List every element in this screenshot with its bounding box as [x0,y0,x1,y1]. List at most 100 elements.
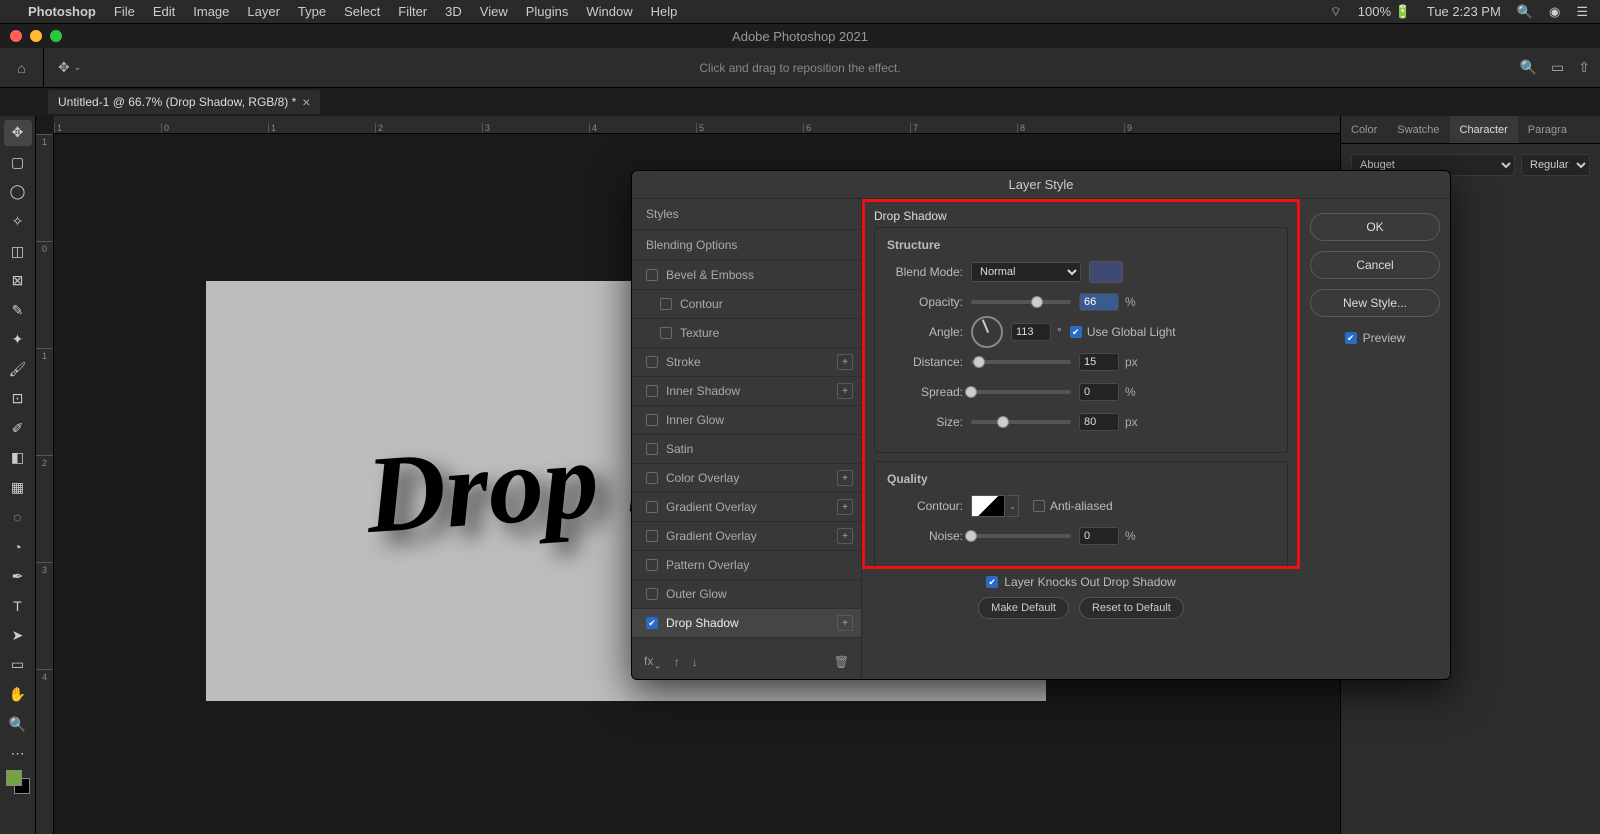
brush-tool[interactable]: 🖌 [4,357,32,383]
style-item-color-overlay[interactable]: Color Overlay+ [632,464,861,493]
menubar-view[interactable]: View [480,4,508,19]
use-global-light-checkbox[interactable]: ✔ [1070,326,1082,338]
style-checkbox[interactable]: ✔ [646,617,658,629]
style-checkbox[interactable] [646,414,658,426]
style-checkbox[interactable] [646,356,658,368]
menubar-help[interactable]: Help [651,4,678,19]
cancel-button[interactable]: Cancel [1310,251,1440,279]
angle-dial[interactable] [971,316,1003,348]
style-checkbox[interactable] [646,269,658,281]
style-item-gradient-overlay[interactable]: Gradient Overlay+ [632,493,861,522]
menubar-layer[interactable]: Layer [247,4,280,19]
marquee-tool[interactable]: ▢ [4,150,32,176]
style-item-contour[interactable]: Contour [632,290,861,319]
edit-toolbar-button[interactable]: ⋯ [4,741,32,767]
gradient-tool[interactable]: ▦ [4,475,32,501]
tab-color[interactable]: Color [1341,116,1387,143]
search-icon[interactable]: 🔍 [1520,59,1537,76]
distance-slider[interactable] [971,360,1071,364]
style-item-inner-glow[interactable]: Inner Glow [632,406,861,435]
shadow-color-swatch[interactable] [1089,261,1123,283]
frame-tool[interactable]: ⊠ [4,268,32,294]
tab-swatches[interactable]: Swatche [1387,116,1449,143]
style-checkbox[interactable] [646,588,658,600]
crop-tool[interactable]: ◫ [4,238,32,264]
opacity-input[interactable] [1079,293,1119,311]
style-item-gradient-overlay[interactable]: Gradient Overlay+ [632,522,861,551]
style-item-drop-shadow[interactable]: ✔Drop Shadow+ [632,609,861,638]
add-style-icon[interactable]: + [837,354,853,370]
fx-icon[interactable]: fx⌄ [644,654,662,671]
trash-icon[interactable]: 🗑 [834,655,849,669]
preview-checkbox[interactable]: ✔ [1345,332,1357,344]
foreground-color[interactable] [6,770,22,786]
menubar-window[interactable]: Window [586,4,632,19]
zoom-tool[interactable]: 🔍 [4,711,32,737]
angle-input[interactable] [1011,323,1051,341]
style-checkbox[interactable] [646,559,658,571]
reset-default-button[interactable]: Reset to Default [1079,597,1184,619]
style-item-satin[interactable]: Satin [632,435,861,464]
style-checkbox[interactable] [660,327,672,339]
lasso-tool[interactable]: ◯ [4,179,32,205]
tab-paragraph[interactable]: Paragra [1518,116,1577,143]
siri-icon[interactable]: ◉ [1549,4,1560,20]
path-selection-tool[interactable]: ➤ [4,623,32,649]
move-up-icon[interactable]: ↑ [674,655,680,669]
noise-slider[interactable] [971,534,1071,538]
ok-button[interactable]: OK [1310,213,1440,241]
share-icon[interactable]: ⇧ [1578,59,1590,76]
workspace-icon[interactable]: ▭ [1551,59,1564,76]
noise-input[interactable] [1079,527,1119,545]
menubar-file[interactable]: File [114,4,135,19]
pen-tool[interactable]: ✒ [4,563,32,589]
close-window-button[interactable] [10,30,22,42]
dodge-tool[interactable]: ◔ [4,534,32,560]
contour-preview[interactable] [971,495,1005,517]
history-brush-tool[interactable]: ✐ [4,416,32,442]
style-checkbox[interactable] [660,298,672,310]
style-item-texture[interactable]: Texture [632,319,861,348]
new-style-button[interactable]: New Style... [1310,289,1440,317]
eraser-tool[interactable]: ◧ [4,445,32,471]
minimize-window-button[interactable] [30,30,42,42]
knocks-out-checkbox[interactable]: ✔ [986,576,998,588]
blur-tool[interactable]: ◌ [4,504,32,530]
spread-slider[interactable] [971,390,1071,394]
shape-tool[interactable]: ▭ [4,652,32,678]
control-center-icon[interactable]: ☰ [1576,4,1588,20]
close-tab-icon[interactable]: × [302,94,310,110]
style-item-pattern-overlay[interactable]: Pattern Overlay [632,551,861,580]
add-style-icon[interactable]: + [837,470,853,486]
menubar-type[interactable]: Type [298,4,326,19]
eyedropper-tool[interactable]: ✎ [4,297,32,323]
spotlight-icon[interactable]: 🔍 [1517,4,1533,20]
menubar-edit[interactable]: Edit [153,4,175,19]
size-input[interactable] [1079,413,1119,431]
move-down-icon[interactable]: ↓ [692,655,698,669]
style-checkbox[interactable] [646,530,658,542]
style-item-inner-shadow[interactable]: Inner Shadow+ [632,377,861,406]
clone-stamp-tool[interactable]: ⊡ [4,386,32,412]
style-item-stroke[interactable]: Stroke+ [632,348,861,377]
magic-wand-tool[interactable]: ✧ [4,209,32,235]
zoom-window-button[interactable] [50,30,62,42]
blending-options-button[interactable]: Blending Options [632,230,861,261]
hand-tool[interactable]: ✋ [4,682,32,708]
menubar-filter[interactable]: Filter [398,4,427,19]
menubar-select[interactable]: Select [344,4,380,19]
styles-header[interactable]: Styles [632,199,861,230]
style-checkbox[interactable] [646,385,658,397]
anti-aliased-checkbox[interactable] [1033,500,1045,512]
make-default-button[interactable]: Make Default [978,597,1069,619]
menubar-3d[interactable]: 3D [445,4,462,19]
blend-mode-select[interactable]: Normal [971,262,1081,282]
document-tab[interactable]: Untitled-1 @ 66.7% (Drop Shadow, RGB/8) … [48,90,320,114]
wifi-icon[interactable]: ⌔ [1330,4,1342,20]
healing-brush-tool[interactable]: ✦ [4,327,32,353]
style-item-outer-glow[interactable]: Outer Glow [632,580,861,609]
move-tool[interactable]: ✥ [4,120,32,146]
menubar-plugins[interactable]: Plugins [526,4,569,19]
add-style-icon[interactable]: + [837,499,853,515]
spread-input[interactable] [1079,383,1119,401]
